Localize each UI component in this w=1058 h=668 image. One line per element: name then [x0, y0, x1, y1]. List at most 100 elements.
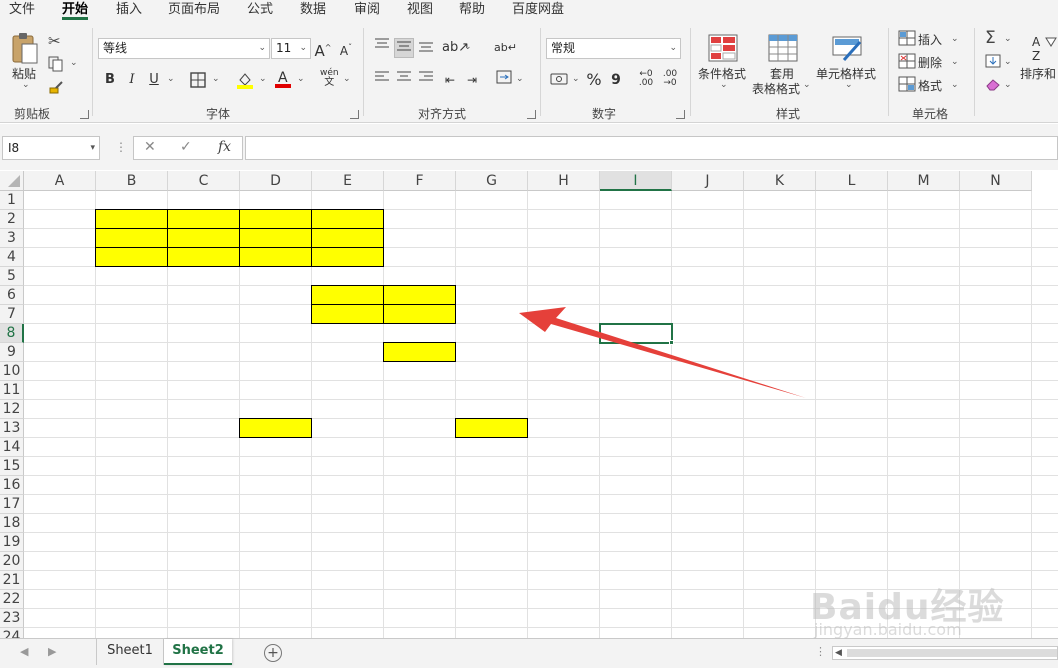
column-header-l[interactable]: L	[816, 171, 888, 191]
row-header-22[interactable]: 22	[0, 590, 24, 609]
menu-tab-9[interactable]: 百度网盘	[512, 1, 564, 19]
highlighted-cell-d4[interactable]	[239, 247, 312, 267]
name-box[interactable]: I8 ▾	[2, 136, 100, 160]
italic-button[interactable]: I	[122, 70, 142, 90]
fill-color-icon[interactable]	[236, 70, 254, 93]
conditional-dropdown-icon[interactable]: ⌄	[720, 80, 728, 90]
delete-cells-icon[interactable]	[898, 53, 916, 72]
menu-tab-8[interactable]: 帮助	[459, 1, 485, 19]
align-bottom-icon[interactable]	[416, 38, 436, 58]
column-header-g[interactable]: G	[456, 171, 528, 191]
column-header-j[interactable]: J	[672, 171, 744, 191]
clear-dropdown-icon[interactable]: ⌄	[1004, 80, 1012, 90]
row-header-6[interactable]: 6	[0, 286, 24, 305]
spreadsheet-grid[interactable]: A B C D E F G H I J K L M N 1 2 3 4 5 6 7 8 9 10 11 12 13 14 15 16 17 1…	[0, 171, 1058, 638]
menu-tab-3[interactable]: 页面布局	[168, 1, 220, 19]
underline-dropdown-icon[interactable]: ⌄	[167, 74, 175, 84]
insert-function-icon[interactable]: fx	[218, 139, 231, 155]
font-launcher-icon[interactable]	[350, 110, 359, 119]
highlighted-cell-f6[interactable]	[383, 285, 456, 305]
menu-tab-5[interactable]: 数据	[300, 1, 326, 19]
paste-icon[interactable]	[10, 32, 40, 66]
sheet-tab-sheet1[interactable]: Sheet1	[96, 639, 164, 665]
row-header-3[interactable]: 3	[0, 229, 24, 248]
delete-cells-label[interactable]: 删除	[918, 54, 942, 71]
row-header-16[interactable]: 16	[0, 476, 24, 495]
clear-icon[interactable]	[985, 77, 1001, 94]
column-header-a[interactable]: A	[24, 171, 96, 191]
scroll-thumb[interactable]	[847, 649, 1057, 657]
row-header-9[interactable]: 9	[0, 343, 24, 362]
row-header-20[interactable]: 20	[0, 552, 24, 571]
align-right-icon[interactable]	[416, 70, 436, 90]
number-format-select[interactable]: 常规 ⌄	[546, 38, 681, 59]
highlighted-cell-e6[interactable]	[311, 285, 384, 305]
align-left-icon[interactable]	[372, 70, 392, 90]
menu-tab-0[interactable]: 文件	[9, 1, 35, 19]
menu-tab-4[interactable]: 公式	[247, 1, 273, 19]
cell-styles-dropdown-icon[interactable]: ⌄	[845, 80, 853, 90]
menu-tab-1[interactable]: 开始	[62, 1, 89, 20]
fill-handle[interactable]	[669, 340, 674, 345]
bold-button[interactable]: B	[100, 70, 120, 90]
sheet-tab-sheet2[interactable]: Sheet2	[164, 639, 232, 665]
format-as-table-label-2[interactable]: 表格格式	[752, 80, 800, 97]
highlighted-cell-g13[interactable]	[455, 418, 528, 438]
row-header-1[interactable]: 1	[0, 191, 24, 210]
increase-decimal-icon[interactable]: ←0.00	[636, 70, 656, 90]
font-name-select[interactable]: 等线 ⌄	[98, 38, 270, 59]
horizontal-scrollbar[interactable]: ◀	[832, 646, 1058, 660]
decrease-decimal-icon[interactable]: .00 →0	[660, 70, 680, 90]
orientation-dropdown-icon[interactable]: ⌄	[464, 42, 472, 52]
copy-dropdown-icon[interactable]: ⌄	[70, 58, 78, 68]
insert-cells-label[interactable]: 插入	[918, 31, 942, 48]
row-header-17[interactable]: 17	[0, 495, 24, 514]
highlighted-cell-b3[interactable]	[95, 228, 168, 248]
format-as-table-icon[interactable]	[768, 34, 798, 65]
row-header-15[interactable]: 15	[0, 457, 24, 476]
alignment-launcher-icon[interactable]	[527, 110, 536, 119]
copy-icon[interactable]	[48, 56, 64, 75]
highlighted-cell-d3[interactable]	[239, 228, 312, 248]
column-header-b[interactable]: B	[96, 171, 168, 191]
font-size-select[interactable]: 11 ⌄	[271, 38, 311, 59]
highlighted-cell-d2[interactable]	[239, 209, 312, 229]
menu-tab-2[interactable]: 插入	[116, 1, 142, 19]
column-header-i[interactable]: I	[600, 171, 672, 191]
row-header-13[interactable]: 13	[0, 419, 24, 438]
menu-tab-6[interactable]: 审阅	[354, 1, 380, 19]
highlighted-cell-d13[interactable]	[239, 418, 312, 438]
cell-styles-icon[interactable]	[832, 34, 864, 65]
row-header-12[interactable]: 12	[0, 400, 24, 419]
row-header-5[interactable]: 5	[0, 267, 24, 286]
fill-dropdown-icon[interactable]: ⌄	[1004, 57, 1012, 67]
highlighted-cell-f9[interactable]	[383, 342, 456, 362]
delete-dropdown-icon[interactable]: ⌄	[951, 57, 959, 67]
format-dropdown-icon[interactable]: ⌄	[951, 80, 959, 90]
column-header-f[interactable]: F	[384, 171, 456, 191]
highlighted-cell-b2[interactable]	[95, 209, 168, 229]
cancel-icon[interactable]: ✕	[144, 139, 156, 155]
row-header-21[interactable]: 21	[0, 571, 24, 590]
active-cell[interactable]	[599, 323, 673, 344]
increase-indent-icon[interactable]: ⇥	[462, 70, 482, 90]
row-header-19[interactable]: 19	[0, 533, 24, 552]
row-header-18[interactable]: 18	[0, 514, 24, 533]
row-header-10[interactable]: 10	[0, 362, 24, 381]
highlighted-cell-c4[interactable]	[167, 247, 240, 267]
row-header-8[interactable]: 8	[0, 324, 24, 343]
number-launcher-icon[interactable]	[676, 110, 685, 119]
clipboard-launcher-icon[interactable]	[80, 110, 89, 119]
highlighted-cell-b4[interactable]	[95, 247, 168, 267]
highlighted-cell-c2[interactable]	[167, 209, 240, 229]
highlighted-cell-e4[interactable]	[311, 247, 384, 267]
decrease-indent-icon[interactable]: ⇤	[440, 70, 460, 90]
accounting-dropdown-icon[interactable]: ⌄	[572, 74, 580, 84]
merge-center-icon[interactable]	[494, 70, 514, 90]
row-header-2[interactable]: 2	[0, 210, 24, 229]
cut-icon[interactable]: ✂	[48, 32, 61, 50]
formula-input[interactable]	[245, 136, 1058, 160]
fill-color-dropdown-icon[interactable]: ⌄	[259, 74, 267, 84]
align-middle-icon[interactable]	[394, 38, 414, 58]
insert-cells-icon[interactable]	[898, 30, 916, 49]
